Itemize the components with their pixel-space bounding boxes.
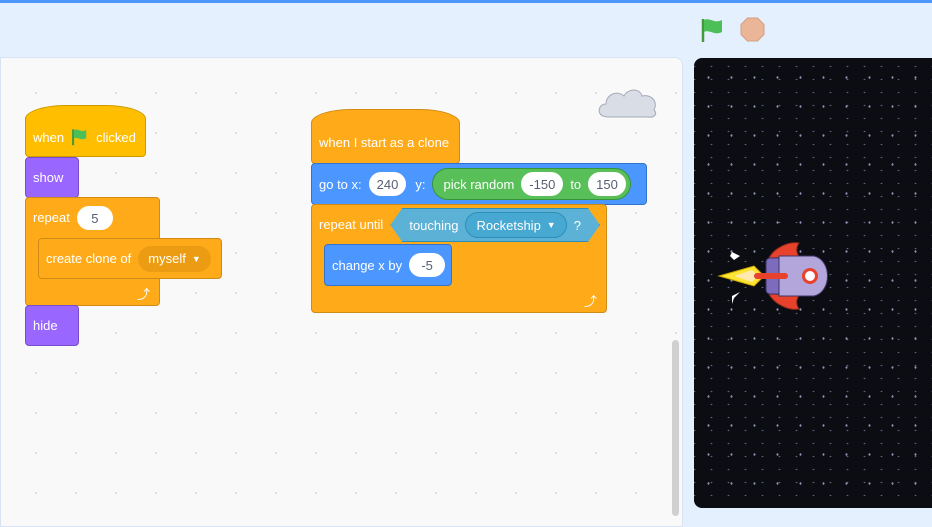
random-from-input[interactable]: -150	[521, 172, 564, 196]
show-block[interactable]: show	[25, 157, 79, 198]
clone-target-dropdown[interactable]: myself ▼	[138, 245, 211, 272]
when-clone-starts-block[interactable]: when I start as a clone	[311, 109, 460, 164]
change-x-input[interactable]: -5	[409, 253, 446, 277]
x-input[interactable]: 240	[368, 172, 407, 196]
pick-random-block[interactable]: pick random -150 to 150	[432, 168, 631, 200]
go-to-xy-block[interactable]: go to x: 240 y: pick random -150 to 150	[311, 163, 647, 205]
stop-icon[interactable]	[740, 17, 765, 42]
when-flag-clicked-block[interactable]: when clicked	[25, 105, 146, 157]
change-x-block[interactable]: change x by -5	[324, 244, 452, 286]
green-flag-icon	[72, 129, 87, 146]
random-to-input[interactable]: 150	[588, 172, 626, 196]
loop-arrow-icon: ⤴	[137, 287, 151, 302]
loop-arrow-icon: ⤴	[584, 294, 598, 309]
touching-target-dropdown[interactable]: Rocketship ▼	[465, 212, 566, 238]
touching-block[interactable]: touching Rocketship ▼ ?	[390, 208, 600, 242]
green-flag-icon[interactable]	[700, 17, 726, 43]
cloud-sprite-icon	[598, 89, 657, 118]
hide-block[interactable]: hide	[25, 305, 79, 346]
stage-header	[0, 3, 932, 57]
rocketship-sprite-icon	[717, 242, 828, 310]
stage[interactable]	[694, 58, 932, 508]
caret-down-icon: ▼	[546, 220, 556, 230]
repeat-count-input[interactable]: 5	[76, 206, 113, 230]
create-clone-block[interactable]: create clone of myself ▼	[38, 238, 222, 279]
code-area-scrollbar[interactable]	[672, 340, 679, 516]
caret-down-icon: ▼	[191, 253, 201, 264]
